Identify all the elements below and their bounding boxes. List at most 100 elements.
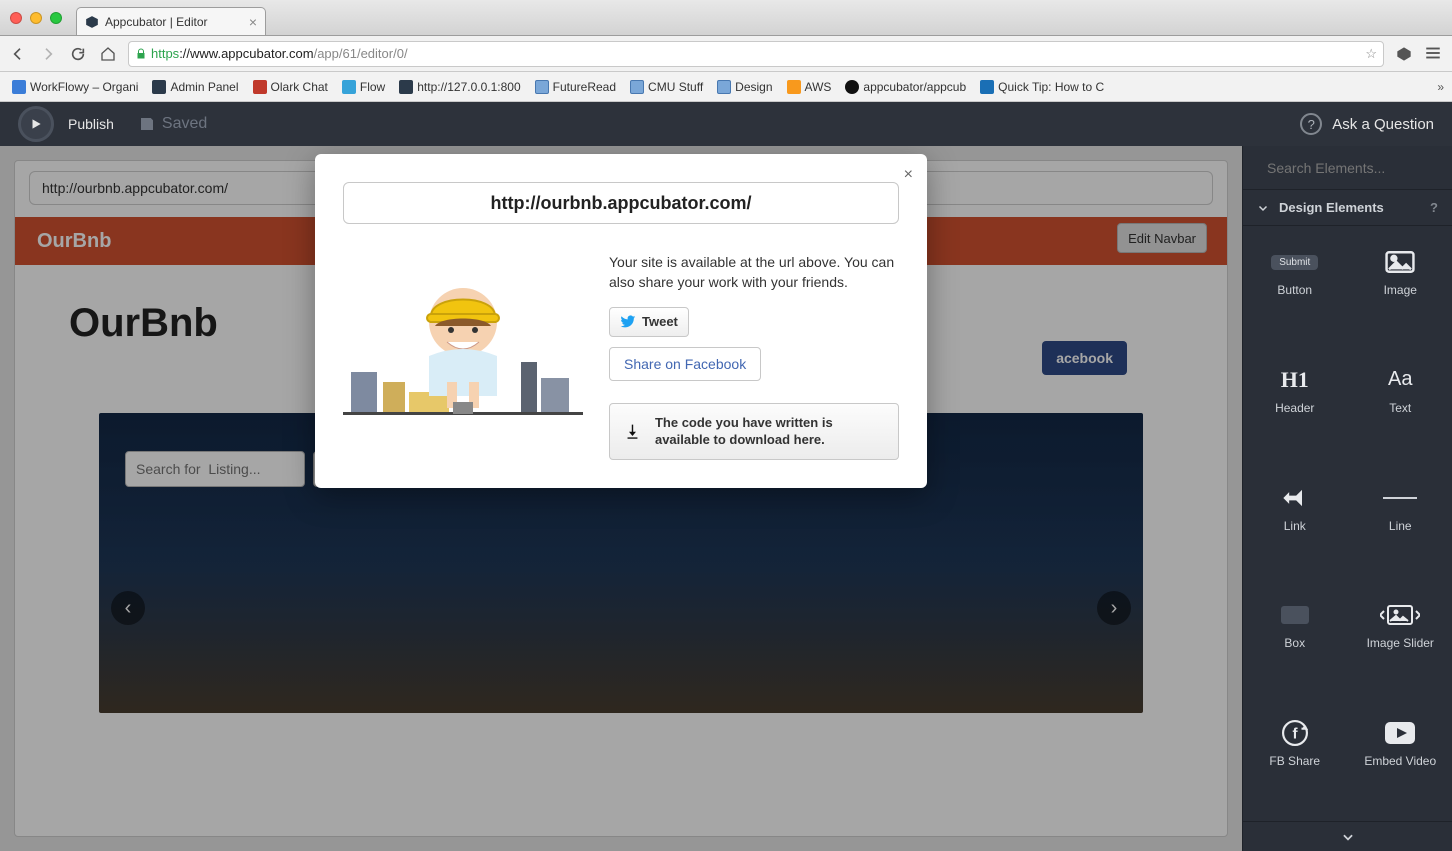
bookmark-item[interactable]: Admin Panel [148, 78, 242, 96]
element-label: Header [1275, 401, 1314, 415]
minimize-window-button[interactable] [30, 12, 42, 24]
ask-question[interactable]: ? Ask a Question [1300, 113, 1434, 135]
address-bar[interactable]: https ://www.appcubator.com /app/61/edit… [128, 41, 1384, 67]
tab-close-icon[interactable]: × [249, 14, 257, 30]
chevron-down-icon [1341, 830, 1355, 844]
editor-canvas-wrap: http://ourbnb.appcubator.com/ OurBnb Edi… [0, 146, 1242, 851]
element-text[interactable]: AaText [1349, 348, 1452, 432]
save-icon [138, 115, 156, 133]
bookmark-item[interactable]: Design [713, 78, 776, 96]
panel-expand-toggle[interactable] [1243, 821, 1452, 851]
bookmark-label: CMU Stuff [648, 80, 703, 94]
element-fb-share[interactable]: fFB Share [1243, 701, 1347, 785]
window-titlebar: Appcubator | Editor × [0, 0, 1452, 36]
published-url-box[interactable]: http://ourbnb.appcubator.com/ [343, 182, 899, 224]
bookmark-label: AWS [805, 80, 832, 94]
help-icon: ? [1300, 113, 1322, 135]
element-header[interactable]: H1Header [1243, 348, 1347, 432]
download-label: The code you have written is available t… [655, 414, 884, 449]
elements-search[interactable] [1243, 146, 1452, 190]
element-label: Image Slider [1367, 636, 1434, 650]
element-label: Box [1284, 636, 1305, 650]
app-body: http://ourbnb.appcubator.com/ OurBnb Edi… [0, 146, 1452, 851]
section-help-icon[interactable]: ? [1430, 200, 1438, 215]
panel-section-header[interactable]: Design Elements ? [1243, 190, 1452, 226]
bookmark-item[interactable]: appcubator/appcub [841, 78, 970, 96]
share-facebook-button[interactable]: Share on Facebook [609, 347, 761, 381]
tab-favicon [85, 15, 99, 29]
close-window-button[interactable] [10, 12, 22, 24]
preview-button[interactable] [18, 106, 54, 142]
bookmark-label: appcubator/appcub [863, 80, 966, 94]
bookmark-label: Olark Chat [271, 80, 328, 94]
bookmark-label: Quick Tip: How to C [998, 80, 1104, 94]
modal-message: Your site is available at the url above.… [609, 252, 899, 293]
bookmark-item[interactable]: Quick Tip: How to C [976, 78, 1108, 96]
bookmark-label: http://127.0.0.1:800 [417, 80, 520, 94]
panel-section-label: Design Elements [1279, 200, 1384, 215]
url-host: ://www.appcubator.com [179, 46, 313, 61]
forward-button[interactable] [38, 44, 58, 64]
bookmark-item[interactable]: WorkFlowy – Organi [8, 78, 142, 96]
twitter-icon [620, 314, 636, 330]
element-embed-video[interactable]: Embed Video [1349, 701, 1452, 785]
element-link[interactable]: Link [1243, 466, 1347, 550]
element-image[interactable]: Image [1349, 230, 1452, 314]
bookmark-item[interactable]: CMU Stuff [626, 78, 707, 96]
element-label: Button [1277, 283, 1312, 297]
svg-text:f: f [1292, 726, 1298, 743]
publish-button[interactable]: Publish [68, 116, 114, 132]
tweet-button[interactable]: Tweet [609, 307, 689, 337]
bookmark-item[interactable]: Flow [338, 78, 389, 96]
builder-illustration [343, 252, 583, 452]
lock-icon [135, 48, 147, 60]
zoom-window-button[interactable] [50, 12, 62, 24]
bookmark-bar: WorkFlowy – Organi Admin Panel Olark Cha… [0, 72, 1452, 102]
publish-modal: × http://ourbnb.appcubator.com/ [315, 154, 927, 488]
element-label: Text [1389, 401, 1411, 415]
browser-tab[interactable]: Appcubator | Editor × [76, 7, 266, 35]
bookmark-label: FutureRead [553, 80, 616, 94]
bookmark-overflow-icon[interactable]: » [1437, 80, 1444, 94]
extension-icon[interactable] [1394, 44, 1414, 64]
bookmark-item[interactable]: Olark Chat [249, 78, 332, 96]
back-button[interactable] [8, 44, 28, 64]
modal-message-column: Your site is available at the url above.… [609, 252, 899, 460]
bookmark-item[interactable]: FutureRead [531, 78, 620, 96]
element-image-slider[interactable]: Image Slider [1349, 583, 1452, 667]
reload-button[interactable] [68, 44, 88, 64]
bookmark-item[interactable]: AWS [783, 78, 836, 96]
saved-label: Saved [162, 115, 207, 133]
element-label: Embed Video [1364, 754, 1436, 768]
download-code-button[interactable]: The code you have written is available t… [609, 403, 899, 460]
app-shell: Publish Saved ? Ask a Question http://ou… [0, 102, 1452, 851]
home-button[interactable] [98, 44, 118, 64]
element-button[interactable]: SubmitButton [1243, 230, 1347, 314]
download-icon [624, 418, 641, 444]
bookmark-item[interactable]: http://127.0.0.1:800 [395, 78, 524, 96]
bookmark-star-icon[interactable]: ☆ [1365, 46, 1377, 62]
bookmark-label: Design [735, 80, 772, 94]
bookmark-label: Flow [360, 80, 385, 94]
element-label: Image [1384, 283, 1417, 297]
bookmark-label: WorkFlowy – Organi [30, 80, 138, 94]
element-line[interactable]: Line [1349, 466, 1452, 550]
traffic-lights [10, 12, 62, 24]
browser-toolbar: https ://www.appcubator.com /app/61/edit… [0, 36, 1452, 72]
share-facebook-label: Share on Facebook [624, 356, 746, 372]
ask-label: Ask a Question [1332, 116, 1434, 133]
url-protocol: https [151, 46, 179, 61]
chrome-menu-icon[interactable] [1424, 44, 1444, 64]
chevron-down-icon [1257, 202, 1269, 214]
element-label: Link [1284, 519, 1306, 533]
element-box[interactable]: Box [1243, 583, 1347, 667]
modal-close-icon[interactable]: × [904, 166, 913, 184]
element-label: Line [1389, 519, 1412, 533]
saved-indicator: Saved [138, 115, 207, 133]
app-toolbar: Publish Saved ? Ask a Question [0, 102, 1452, 146]
elements-panel: Design Elements ? SubmitButton Image H1H… [1242, 146, 1452, 851]
url-path: /app/61/editor/0/ [314, 46, 408, 61]
elements-search-input[interactable] [1267, 160, 1448, 176]
published-url-text: http://ourbnb.appcubator.com/ [491, 193, 752, 214]
tweet-label: Tweet [642, 314, 678, 329]
